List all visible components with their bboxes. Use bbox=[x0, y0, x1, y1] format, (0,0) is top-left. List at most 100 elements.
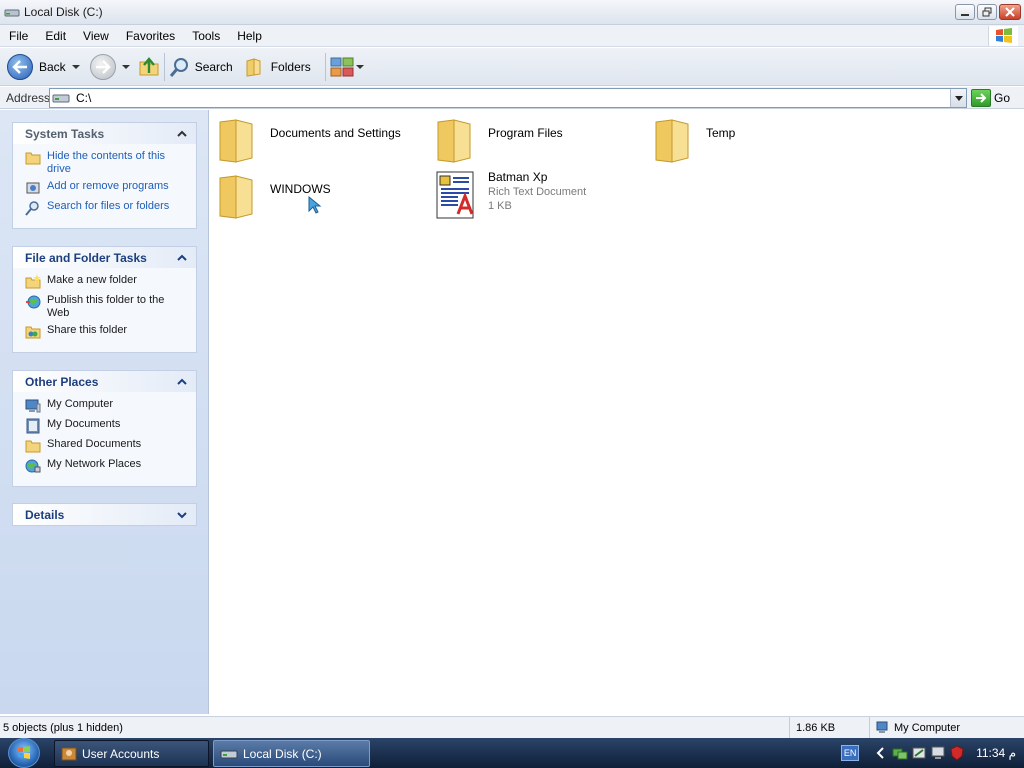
task-label: Make a new folder bbox=[47, 274, 137, 286]
chevron-up-icon bbox=[177, 130, 187, 137]
menu-bar: File Edit View Favorites Tools Help bbox=[0, 25, 1024, 47]
file-item-batman-xp[interactable]: Batman Xp Rich Text Document 1 KB bbox=[434, 170, 586, 220]
back-button[interactable]: Back bbox=[0, 52, 66, 82]
task-label: Search for files or folders bbox=[47, 200, 170, 212]
drive-icon bbox=[52, 94, 70, 103]
network-places-icon bbox=[25, 459, 41, 473]
file-name: Temp bbox=[706, 126, 736, 140]
folders-button[interactable]: Folders bbox=[245, 52, 311, 82]
windows-logo-icon bbox=[18, 746, 30, 759]
task-share-folder[interactable]: Share this folder bbox=[25, 324, 196, 340]
place-my-network-places[interactable]: My Network Places bbox=[25, 458, 196, 474]
forward-dropdown-icon[interactable] bbox=[121, 64, 130, 69]
computer-icon bbox=[25, 399, 41, 413]
task-label: Share this folder bbox=[47, 324, 128, 336]
task-hide-drive-contents[interactable]: Hide the contents of this drive bbox=[25, 150, 196, 176]
security-alert-icon[interactable] bbox=[949, 745, 965, 761]
menu-tools[interactable]: Tools bbox=[183, 29, 228, 43]
taskbar-button-user-accounts[interactable]: User Accounts bbox=[54, 740, 209, 767]
start-button[interactable] bbox=[8, 738, 40, 768]
forward-arrow-icon bbox=[89, 53, 116, 80]
views-dropdown-icon bbox=[355, 64, 364, 69]
drive-icon bbox=[4, 9, 20, 17]
file-item-documents-and-settings[interactable]: Documents and Settings bbox=[216, 116, 401, 166]
other-places-title: Other Places bbox=[25, 374, 99, 389]
language-indicator[interactable]: EN bbox=[841, 745, 860, 761]
details-title: Details bbox=[25, 507, 65, 522]
place-my-documents[interactable]: My Documents bbox=[25, 418, 196, 434]
add-remove-programs-icon bbox=[26, 182, 40, 194]
clock[interactable]: 11:34 م bbox=[976, 746, 1016, 760]
status-location: My Computer bbox=[894, 722, 961, 734]
file-name: Batman Xp bbox=[488, 170, 548, 184]
address-bar: Address C:\ Go bbox=[0, 87, 1024, 109]
rich-text-document-icon bbox=[436, 171, 474, 219]
taskbar-button-local-disk[interactable]: Local Disk (C:) bbox=[213, 740, 370, 767]
menu-file[interactable]: File bbox=[0, 29, 36, 43]
close-button[interactable] bbox=[999, 4, 1021, 20]
place-label: My Network Places bbox=[47, 458, 142, 470]
search-icon bbox=[169, 57, 188, 77]
status-object-count: 5 objects (plus 1 hidden) bbox=[3, 721, 123, 734]
taskbar-button-label: Local Disk (C:) bbox=[243, 746, 322, 761]
documents-icon bbox=[26, 418, 40, 434]
address-dropdown-button[interactable] bbox=[950, 89, 966, 107]
chevron-down-icon bbox=[177, 511, 187, 518]
back-dropdown-icon[interactable] bbox=[71, 64, 80, 69]
file-folder-tasks-panel: File and Folder Tasks Make a new folder … bbox=[12, 246, 197, 353]
go-button[interactable]: Go bbox=[971, 89, 1010, 107]
file-item-temp[interactable]: Temp bbox=[652, 116, 735, 166]
folder-icon bbox=[437, 119, 471, 163]
display-tray-icon[interactable] bbox=[930, 745, 946, 761]
system-tasks-title: System Tasks bbox=[25, 126, 105, 141]
go-arrow-icon bbox=[971, 89, 991, 107]
task-publish-folder-web[interactable]: Publish this folder to the Web bbox=[25, 294, 196, 320]
chevron-left-icon[interactable] bbox=[873, 745, 889, 761]
minimize-button[interactable] bbox=[955, 4, 975, 20]
menu-view[interactable]: View bbox=[74, 29, 117, 43]
up-folder-button[interactable] bbox=[138, 52, 160, 82]
windows-logo-icon bbox=[988, 26, 1018, 46]
search-label: Search bbox=[194, 59, 233, 74]
forward-button[interactable] bbox=[89, 52, 116, 82]
minimize-icon bbox=[961, 14, 969, 16]
task-search-files[interactable]: Search for files or folders bbox=[25, 200, 196, 216]
place-label: My Computer bbox=[47, 398, 114, 410]
network-tray-icon[interactable] bbox=[892, 745, 908, 761]
status-size: 1.86 KB bbox=[796, 722, 836, 734]
close-icon bbox=[1005, 7, 1015, 17]
details-header[interactable]: Details bbox=[13, 503, 196, 525]
chevron-down-icon bbox=[954, 95, 963, 101]
task-label: Hide the contents of this drive bbox=[47, 150, 166, 175]
up-folder-icon bbox=[139, 56, 159, 75]
other-places-header[interactable]: Other Places bbox=[13, 370, 196, 392]
task-label: Add or remove programs bbox=[47, 180, 169, 192]
chevron-up-icon bbox=[177, 378, 187, 385]
file-name: WINDOWS bbox=[270, 182, 331, 196]
safely-remove-hardware-icon[interactable] bbox=[911, 745, 927, 761]
menu-help[interactable]: Help bbox=[228, 29, 270, 43]
toolbar-separator bbox=[324, 52, 326, 81]
menu-edit[interactable]: Edit bbox=[36, 29, 74, 43]
task-add-remove-programs[interactable]: Add or remove programs bbox=[25, 180, 196, 196]
file-folder-tasks-header[interactable]: File and Folder Tasks bbox=[13, 246, 196, 268]
place-shared-documents[interactable]: Shared Documents bbox=[25, 438, 196, 454]
task-make-new-folder[interactable]: Make a new folder bbox=[25, 274, 196, 290]
file-item-program-files[interactable]: Program Files bbox=[434, 116, 563, 166]
menu-favorites[interactable]: Favorites bbox=[117, 29, 183, 43]
status-size-cell: 1.86 KB bbox=[789, 717, 869, 739]
title-bar: Local Disk (C:) bbox=[0, 0, 1024, 25]
go-label: Go bbox=[994, 91, 1011, 105]
address-input[interactable]: C:\ bbox=[49, 88, 967, 108]
restore-button[interactable] bbox=[977, 4, 997, 20]
status-bar: 5 objects (plus 1 hidden) 1.86 KB My Com… bbox=[0, 716, 1024, 739]
globe-icon bbox=[26, 295, 41, 309]
views-button[interactable] bbox=[330, 52, 370, 82]
system-tray: EN 11:34 م bbox=[841, 738, 1024, 768]
folders-icon bbox=[246, 57, 261, 77]
drive-icon bbox=[220, 750, 238, 758]
place-my-computer[interactable]: My Computer bbox=[25, 398, 196, 414]
file-size: 1 KB bbox=[488, 200, 512, 212]
search-button[interactable]: Search bbox=[169, 52, 233, 82]
system-tasks-header[interactable]: System Tasks bbox=[13, 122, 196, 144]
